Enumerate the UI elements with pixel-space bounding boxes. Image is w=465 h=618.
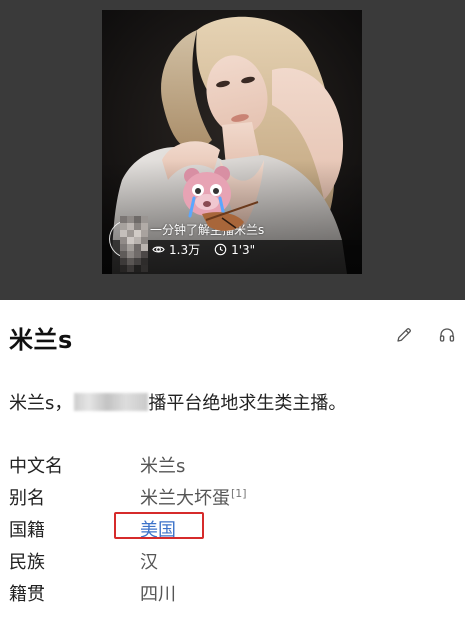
pencil-icon[interactable]	[395, 326, 413, 344]
info-row-alias: 别名 米兰大坏蛋[1]	[9, 484, 449, 516]
info-value: 米兰s	[140, 456, 186, 477]
page-title: 米兰s	[9, 326, 73, 354]
info-label: 中文名	[9, 456, 63, 477]
info-label: 籍贯	[9, 584, 45, 605]
basic-info-table: 中文名 米兰s 别名 米兰大坏蛋[1] 国籍 美国 民族 汉 籍贯 四川	[9, 452, 449, 612]
info-label: 别名	[9, 488, 45, 509]
media-header: 一分钟了解主播米兰s 1.3万 1'3"	[0, 0, 465, 300]
info-value: 四川	[140, 584, 176, 605]
info-value: 汉	[140, 552, 158, 573]
clock-icon	[214, 243, 227, 256]
entry-summary: 米兰s， 播平台绝地求生类主播。	[9, 389, 346, 415]
video-meta: 1.3万 1'3"	[152, 241, 255, 258]
redacted-text	[74, 393, 149, 411]
summary-suffix: 播平台绝地求生类主播。	[148, 393, 347, 414]
view-count: 1.3万	[169, 243, 201, 257]
info-row-chinese-name: 中文名 米兰s	[9, 452, 449, 484]
bear-sticker	[183, 166, 259, 231]
video-card[interactable]: 一分钟了解主播米兰s 1.3万 1'3"	[102, 10, 362, 274]
info-row-ethnicity: 民族 汉	[9, 548, 449, 580]
info-row-hometown: 籍贯 四川	[9, 580, 449, 612]
citation-link[interactable]: [1]	[231, 487, 247, 500]
summary-prefix: 米兰s，	[9, 393, 73, 414]
video-duration: 1'3"	[231, 242, 256, 257]
info-value-wrap: 米兰大坏蛋[1]	[140, 484, 247, 510]
baike-entry-page: 一分钟了解主播米兰s 1.3万 1'3" 米兰s 米兰s， 播平台绝地求生类主播…	[0, 0, 465, 618]
info-label: 民族	[9, 552, 45, 573]
info-value: 米兰大坏蛋	[140, 488, 230, 509]
eye-icon	[152, 243, 165, 256]
info-row-nationality: 国籍 美国	[9, 516, 449, 548]
headphones-icon[interactable]	[438, 326, 456, 344]
mosaic-blur	[120, 216, 148, 274]
highlight-box	[114, 512, 204, 539]
info-label: 国籍	[9, 520, 45, 541]
